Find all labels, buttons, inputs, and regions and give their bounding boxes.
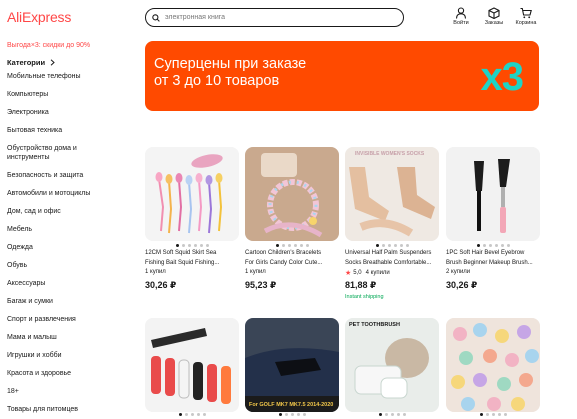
image-carousel-dots[interactable]: [245, 413, 339, 416]
login-button[interactable]: Войти: [446, 7, 476, 26]
category-item-beauty[interactable]: Красота и здоровье: [7, 369, 125, 378]
cart-icon: [520, 7, 532, 19]
category-item-appliances[interactable]: Бытовая техника: [7, 126, 125, 135]
category-item-pets[interactable]: Товары для питомцев: [7, 405, 125, 414]
product-price: 30,26 ₽: [145, 280, 177, 290]
banner-line-2: от 3 до 10 товаров: [154, 73, 280, 89]
product-image[interactable]: [245, 147, 339, 241]
cart-button[interactable]: Корзина: [511, 7, 541, 26]
product-image[interactable]: [446, 318, 540, 412]
product-price: 81,88 ₽: [345, 280, 377, 290]
product-price: 95,23 ₽: [245, 280, 277, 290]
product-title[interactable]: Cartoon Children's Bracelets For Girls Ca…: [245, 249, 339, 268]
category-item-phones[interactable]: Мобильные телефоны: [7, 72, 125, 81]
product-image[interactable]: [446, 147, 540, 241]
product-title[interactable]: Universal Half Palm Suspenders Socks Brea…: [345, 249, 439, 268]
category-item-adult[interactable]: 18+: [7, 387, 125, 396]
product-sold-count: 1 купил: [245, 269, 266, 275]
search-bar[interactable]: [145, 8, 404, 27]
aliexpress-logo[interactable]: AliExpress: [7, 9, 71, 25]
chevron-right-icon: [50, 59, 55, 66]
category-list: Мобильные телефоны Компьютеры Электроник…: [7, 72, 125, 414]
category-item-computers[interactable]: Компьютеры: [7, 90, 125, 99]
promo-banner[interactable]: Суперцены при заказе от 3 до 10 товаров …: [145, 41, 539, 111]
product-price: 30,26 ₽: [446, 280, 478, 290]
image-carousel-dots[interactable]: [446, 413, 540, 416]
orders-label: Заказы: [484, 20, 504, 26]
socks-image: [345, 147, 439, 241]
image-carousel-dots[interactable]: [446, 244, 540, 247]
banner-x3-badge: x3: [480, 55, 524, 99]
product-image-caption: INVISIBLE WOMEN'S SOCKS: [355, 151, 425, 157]
search-icon: [152, 13, 160, 22]
product-sold: 4 купили: [365, 270, 390, 276]
phone-holder-image: [145, 318, 239, 412]
instant-shipping-badge: Instant shipping: [345, 294, 384, 300]
category-item-furniture[interactable]: Мебель: [7, 225, 125, 234]
banner-line-1: Суперцены при заказе: [154, 56, 307, 72]
product-image-caption: For GOLF MK7 MK7.5 2014-2020: [249, 402, 334, 408]
car-headlight-image: [245, 318, 339, 412]
image-carousel-dots[interactable]: [245, 244, 339, 247]
category-item-auto[interactable]: Автомобили и мотоциклы: [7, 189, 125, 198]
image-carousel-dots[interactable]: [345, 244, 439, 247]
pet-toothbrush-image: [345, 318, 439, 412]
categories-title: Категории: [7, 58, 46, 67]
product-image[interactable]: [145, 147, 239, 241]
product-image[interactable]: [145, 318, 239, 412]
orders-button[interactable]: Заказы: [479, 7, 509, 26]
category-item-accessories[interactable]: Аксессуары: [7, 279, 125, 288]
cart-label: Корзина: [515, 20, 537, 26]
product-rating: 5,0: [353, 270, 362, 276]
product-sold-count: 2 купили: [446, 269, 471, 275]
category-item-home-tools[interactable]: Обустройство дома и инструменты: [7, 144, 102, 162]
category-item-shoes[interactable]: Обувь: [7, 261, 125, 270]
product-image[interactable]: PET TOOTHBRUSH: [345, 318, 439, 412]
image-carousel-dots[interactable]: [145, 244, 239, 247]
eyebrow-brush-image: [446, 147, 540, 241]
category-item-mother-baby[interactable]: Мама и малыш: [7, 333, 125, 342]
category-item-luggage[interactable]: Багаж и сумки: [7, 297, 125, 306]
category-item-clothing[interactable]: Одежда: [7, 243, 125, 252]
user-icon: [455, 7, 467, 19]
bracelet-image: [245, 147, 339, 241]
product-image[interactable]: For GOLF MK7 MK7.5 2014-2020: [245, 318, 339, 412]
category-item-electronics[interactable]: Электроника: [7, 108, 125, 117]
star-icon: ★: [345, 270, 352, 277]
product-title[interactable]: 12CM Soft Squid Skirt Sea Fishing Bait Sq…: [145, 249, 239, 268]
category-item-toys[interactable]: Игрушки и хобби: [7, 351, 125, 360]
category-item-security[interactable]: Безопасность и защита: [7, 171, 125, 180]
promo-link[interactable]: Выгода×3: скидки до 90%: [7, 42, 90, 49]
category-item-home-garden[interactable]: Дом, сад и офис: [7, 207, 125, 216]
product-rating-sold: ★ 5,0 4 купили: [345, 269, 390, 277]
product-image-caption: PET TOOTHBRUSH: [349, 322, 400, 328]
category-item-sports[interactable]: Спорт и развлечения: [7, 315, 125, 324]
login-label: Войти: [453, 20, 469, 26]
image-carousel-dots[interactable]: [145, 413, 239, 416]
categories-heading[interactable]: Категории: [7, 58, 55, 67]
box-icon: [488, 7, 500, 19]
squid-lure-image: [145, 147, 239, 241]
image-carousel-dots[interactable]: [345, 413, 439, 416]
product-sold-count: 1 купил: [145, 269, 166, 275]
product-image[interactable]: INVISIBLE WOMEN'S SOCKS: [345, 147, 439, 241]
product-title[interactable]: 1PC Soft Hair Bevel Eyebrow Brush Beginne…: [446, 249, 540, 268]
search-input[interactable]: [165, 14, 385, 21]
hair-bows-image: [446, 318, 540, 412]
